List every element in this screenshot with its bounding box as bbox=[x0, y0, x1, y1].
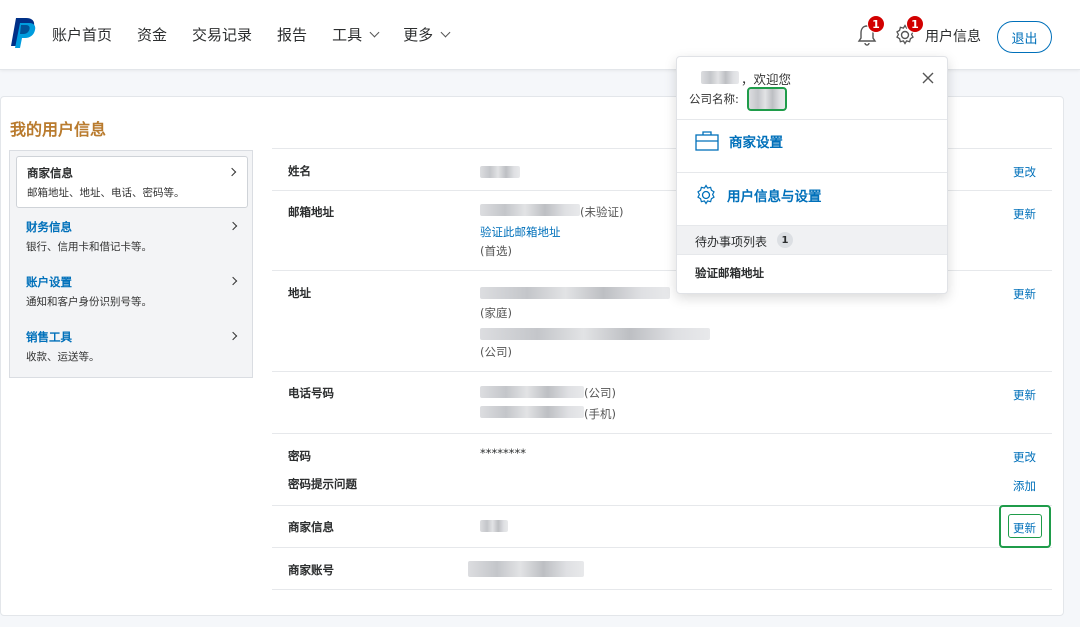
blurred-username bbox=[701, 71, 739, 84]
password-value: ******** bbox=[480, 446, 526, 460]
company-name-label: 公司名称: bbox=[689, 92, 739, 106]
nav-item-transactions[interactable]: 交易记录 bbox=[192, 24, 252, 45]
user-info-link[interactable]: 用户信息 bbox=[925, 26, 981, 46]
nav-item-funds[interactable]: 资金 bbox=[137, 24, 167, 45]
address-tag-home: (家庭) bbox=[480, 306, 512, 320]
update-phone-link[interactable]: 更新 bbox=[1013, 387, 1036, 403]
add-security-question-link[interactable]: 添加 bbox=[1013, 478, 1036, 494]
nav-item-home[interactable]: 账户首页 bbox=[52, 24, 112, 45]
blurred-value bbox=[480, 386, 584, 398]
chevron-down-icon bbox=[369, 27, 380, 37]
blurred-value bbox=[480, 166, 520, 178]
row-merchant-account: 商家账号 bbox=[272, 548, 1052, 590]
divider bbox=[677, 172, 947, 173]
update-email-link[interactable]: 更新 bbox=[1013, 206, 1036, 222]
row-label: 邮箱地址 bbox=[288, 205, 334, 219]
sidebar-item-desc: 收款、运送等。 bbox=[26, 351, 100, 363]
sidebar-item-desc: 通知和客户身份识别号等。 bbox=[26, 296, 152, 308]
menu-item-label: 商家设置 bbox=[729, 135, 783, 151]
todo-count-badge: 1 bbox=[777, 232, 793, 248]
highlight-inner bbox=[1008, 514, 1042, 538]
sidebar-item-merchant-info[interactable]: 商家信息 邮箱地址、地址、电话、密码等。 bbox=[16, 156, 248, 208]
row-label: 姓名 bbox=[288, 164, 311, 178]
sidebar-item-title: 账户设置 bbox=[26, 275, 72, 289]
row-label: 商家信息 bbox=[288, 520, 334, 534]
row-label: 密码 bbox=[288, 449, 311, 463]
sidebar-item-sales-tools[interactable]: 销售工具 收款、运送等。 bbox=[16, 321, 248, 373]
update-address-link[interactable]: 更新 bbox=[1013, 286, 1036, 302]
row-phone: 电话号码 (公司) (手机) 更新 bbox=[272, 372, 1052, 434]
change-name-link[interactable]: 更改 bbox=[1013, 164, 1036, 180]
settings-badge: 1 bbox=[906, 15, 924, 33]
phone-tag-mobile: (手机) bbox=[584, 407, 616, 421]
nav-item-more[interactable]: 更多 bbox=[403, 24, 451, 45]
main-nav: 账户首页 资金 交易记录 报告 工具 更多 bbox=[52, 24, 474, 45]
blurred-value bbox=[468, 561, 584, 577]
briefcase-icon bbox=[695, 131, 719, 151]
todo-item-verify-email[interactable]: 验证邮箱地址 bbox=[695, 265, 764, 281]
row-label: 商家账号 bbox=[288, 563, 334, 577]
blurred-value bbox=[480, 328, 710, 340]
sidebar-item-title: 销售工具 bbox=[26, 330, 72, 344]
row-merchant-info: 商家信息 更新 bbox=[272, 506, 1052, 548]
email-tag: (首选) bbox=[480, 244, 512, 258]
sidebar-item-desc: 银行、信用卡和借记卡等。 bbox=[26, 241, 152, 253]
paypal-logo-icon[interactable] bbox=[10, 18, 36, 48]
email-status: (未验证) bbox=[580, 205, 624, 219]
row-label: 电话号码 bbox=[288, 386, 334, 400]
user-settings-dropdown: ，欢迎您 公司名称: 商家设置 用户信息与设置 待办事项列表 1 验证邮箱地址 bbox=[676, 56, 948, 294]
blurred-value bbox=[480, 204, 580, 216]
chevron-down-icon bbox=[440, 27, 451, 37]
row-label: 地址 bbox=[288, 286, 311, 300]
sidebar: 商家信息 邮箱地址、地址、电话、密码等。 财务信息 银行、信用卡和借记卡等。 账… bbox=[9, 150, 253, 378]
menu-item-user-settings[interactable]: 用户信息与设置 bbox=[695, 184, 822, 206]
blurred-value bbox=[480, 520, 508, 532]
highlight-box bbox=[747, 87, 787, 111]
blurred-value bbox=[480, 287, 670, 299]
todo-list-header: 待办事项列表 1 bbox=[677, 225, 947, 255]
notification-badge: 1 bbox=[867, 15, 885, 33]
sidebar-item-account-settings[interactable]: 账户设置 通知和客户身份识别号等。 bbox=[16, 266, 248, 318]
menu-item-label: 用户信息与设置 bbox=[727, 189, 822, 205]
phone-tag-company: (公司) bbox=[584, 386, 616, 400]
page-title: 我的用户信息 bbox=[10, 120, 107, 139]
close-icon[interactable] bbox=[921, 71, 935, 85]
row-password: 密码 ******** 更改 密码提示问题 添加 bbox=[272, 434, 1052, 506]
row-label: 密码提示问题 bbox=[288, 477, 357, 491]
sidebar-item-desc: 邮箱地址、地址、电话、密码等。 bbox=[27, 187, 185, 199]
sidebar-item-title: 财务信息 bbox=[26, 220, 72, 234]
nav-item-tools[interactable]: 工具 bbox=[332, 24, 380, 45]
change-password-link[interactable]: 更改 bbox=[1013, 449, 1036, 465]
verify-email-link[interactable]: 验证此邮箱地址 bbox=[480, 224, 561, 240]
sidebar-item-title: 商家信息 bbox=[27, 166, 73, 180]
address-tag-company: (公司) bbox=[480, 345, 512, 359]
menu-item-merchant-settings[interactable]: 商家设置 bbox=[695, 131, 783, 151]
sidebar-item-financial-info[interactable]: 财务信息 银行、信用卡和借记卡等。 bbox=[16, 211, 248, 263]
todo-list-label: 待办事项列表 bbox=[695, 235, 768, 249]
welcome-text: ，欢迎您 bbox=[741, 72, 792, 87]
gear-icon bbox=[697, 184, 715, 205]
divider bbox=[677, 119, 947, 120]
nav-item-reports[interactable]: 报告 bbox=[277, 24, 307, 45]
logout-button[interactable]: 退出 bbox=[997, 21, 1052, 53]
blurred-value bbox=[480, 406, 584, 418]
